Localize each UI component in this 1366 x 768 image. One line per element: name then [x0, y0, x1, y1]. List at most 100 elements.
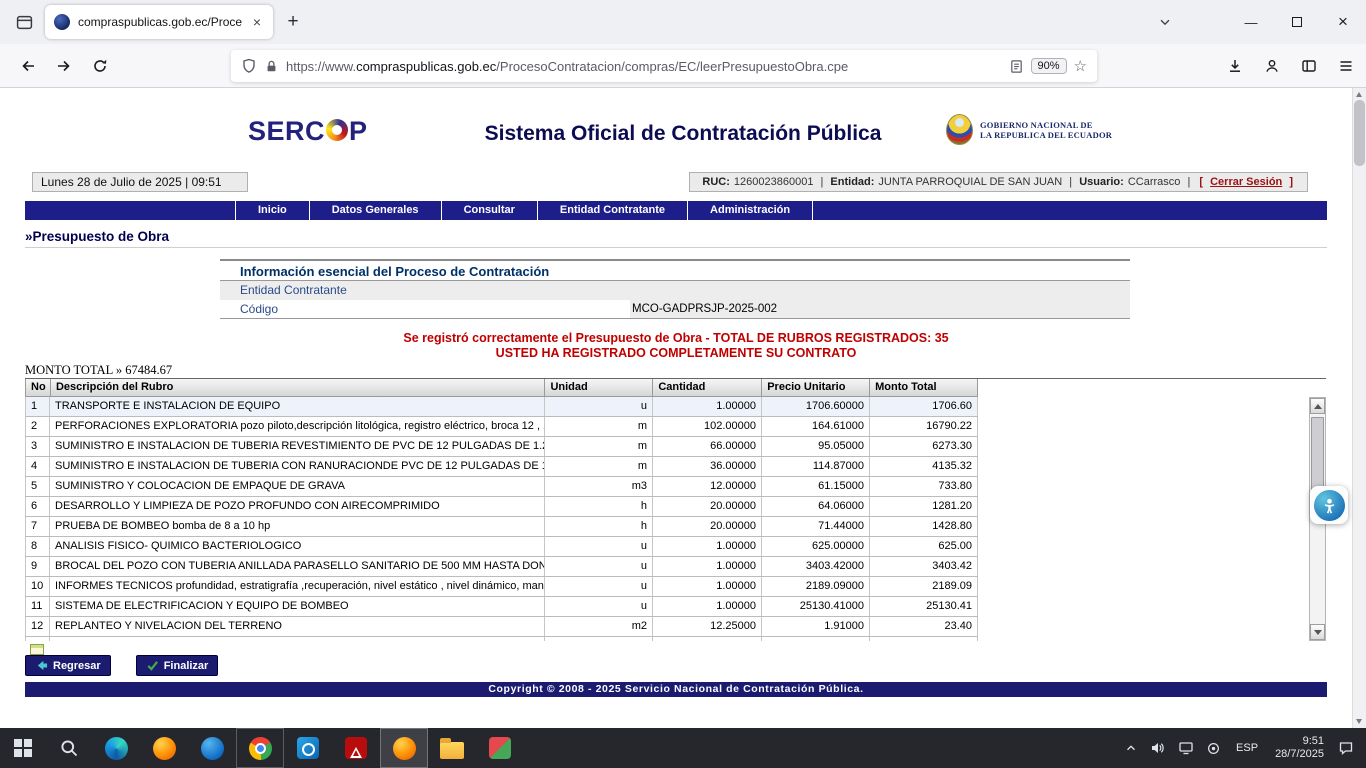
- table-cell: 2189.09: [870, 577, 978, 596]
- taskbar-edge-icon[interactable]: [92, 728, 140, 768]
- codigo-value: MCO-GADPRSJP-2025-002: [630, 300, 1130, 318]
- notification-center-icon[interactable]: [1332, 728, 1366, 768]
- firefox-view-icon[interactable]: [9, 7, 39, 37]
- tab-close-icon[interactable]: ×: [250, 14, 264, 30]
- table-cell: 9: [25, 557, 50, 576]
- scrollbar-up-icon[interactable]: [1356, 92, 1362, 97]
- page-title: »Presupuesto de Obra: [25, 229, 169, 244]
- scrollbar-down-icon[interactable]: [1356, 719, 1362, 724]
- volume-icon[interactable]: [1144, 728, 1172, 768]
- list-all-tabs-chevron-icon[interactable]: [1148, 5, 1182, 39]
- new-tab-button[interactable]: +: [278, 7, 308, 37]
- menu-item-consultar[interactable]: Consultar: [441, 201, 537, 220]
- zoom-indicator[interactable]: 90%: [1031, 58, 1067, 74]
- table-cell: m: [545, 417, 653, 436]
- table-cell: 11.36000: [762, 637, 870, 641]
- menu-hamburger-icon[interactable]: [1330, 50, 1362, 82]
- table-row[interactable]: 2PERFORACIONES EXPLORATORIA pozo piloto,…: [25, 417, 978, 437]
- taskbar-file-explorer-icon[interactable]: [428, 728, 476, 768]
- taskbar-outlook-icon[interactable]: [284, 728, 332, 768]
- reader-mode-icon[interactable]: [1009, 59, 1024, 74]
- grid-header: NoDescripción del RubroUnidadCantidadPre…: [25, 379, 978, 397]
- taskbar-acrobat-icon[interactable]: [332, 728, 380, 768]
- accessibility-widget[interactable]: [1310, 486, 1348, 524]
- column-header[interactable]: Descripción del Rubro: [51, 379, 545, 396]
- table-cell: 1.00000: [653, 597, 762, 616]
- regresar-button[interactable]: Regresar: [25, 655, 111, 676]
- reload-button[interactable]: [84, 50, 116, 82]
- table-cell: 114.87000: [762, 457, 870, 476]
- lock-icon[interactable]: [264, 59, 279, 74]
- taskbar-blue-app-icon[interactable]: [188, 728, 236, 768]
- main-scrollbar[interactable]: [1352, 88, 1366, 728]
- sidebar-icon[interactable]: [1293, 50, 1325, 82]
- bookmark-star-icon[interactable]: ☆: [1074, 57, 1087, 75]
- window-minimize-button[interactable]: —: [1228, 0, 1274, 44]
- table-row[interactable]: 10INFORMES TECNICOS profundidad, estrati…: [25, 577, 978, 597]
- taskbar-app-icon[interactable]: [476, 728, 524, 768]
- table-cell: SUMINISTRO Y COLOCACION DE EMPAQUE DE GR…: [50, 477, 545, 496]
- logout-link[interactable]: [ Cerrar Sesión ]: [1197, 176, 1295, 188]
- menu-item-datos-generales[interactable]: Datos Generales: [309, 201, 441, 220]
- hidden-icons-chevron-icon[interactable]: [1118, 728, 1144, 768]
- table-cell: 20.00000: [653, 517, 762, 536]
- url-bar[interactable]: https://www.compraspublicas.gob.ec/Proce…: [231, 50, 1097, 82]
- taskbar-search-button[interactable]: [46, 728, 92, 768]
- main-scrollbar-thumb[interactable]: [1354, 100, 1365, 166]
- table-row[interactable]: 12REPLANTEO Y NIVELACION DEL TERRENOm212…: [25, 617, 978, 637]
- window-close-button[interactable]: ×: [1320, 0, 1366, 44]
- table-row[interactable]: 6DESARROLLO Y LIMPIEZA DE POZO PROFUNDO …: [25, 497, 978, 517]
- table-scrollbar-thumb[interactable]: [1311, 417, 1324, 491]
- tracking-shield-icon[interactable]: [241, 58, 257, 74]
- column-header[interactable]: Precio Unitario: [762, 379, 870, 396]
- action-buttons: Regresar Finalizar: [25, 655, 218, 676]
- scroll-down-button[interactable]: [1310, 624, 1325, 640]
- table-row[interactable]: 5SUMINISTRO Y COLOCACION DE EMPAQUE DE G…: [25, 477, 978, 497]
- taskbar-chrome-icon[interactable]: [236, 728, 284, 768]
- title-divider: [25, 247, 1327, 248]
- url-text: https://www.compraspublicas.gob.ec/Proce…: [286, 59, 1002, 74]
- table-cell: m2: [545, 617, 653, 636]
- column-header[interactable]: Unidad: [545, 379, 653, 396]
- menu-item-inicio[interactable]: Inicio: [235, 201, 309, 220]
- tray-status-icon[interactable]: [1200, 728, 1227, 768]
- table-row[interactable]: 7PRUEBA DE BOMBEO bomba de 8 a 10 hph20.…: [25, 517, 978, 537]
- column-header[interactable]: No: [26, 379, 51, 396]
- browser-tab[interactable]: compraspublicas.gob.ec/Proce ×: [45, 5, 273, 39]
- table-row[interactable]: 8ANALISIS FISICO- QUIMICO BACTERIOLOGICO…: [25, 537, 978, 557]
- table-cell: 1428.80: [870, 517, 978, 536]
- start-button[interactable]: [0, 728, 46, 768]
- window-maximize-button[interactable]: [1274, 0, 1320, 44]
- downloads-icon[interactable]: [1219, 50, 1251, 82]
- account-icon[interactable]: [1256, 50, 1288, 82]
- taskbar-firefox-active-icon[interactable]: [380, 728, 428, 768]
- taskbar-orange-app-icon[interactable]: [140, 728, 188, 768]
- language-indicator[interactable]: ESP: [1227, 728, 1267, 768]
- table-row[interactable]: 11SISTEMA DE ELECTRIFICACION Y EQUIPO DE…: [25, 597, 978, 617]
- table-row[interactable]: 9BROCAL DEL POZO CON TUBERIA ANILLADA PA…: [25, 557, 978, 577]
- table-cell: ANALISIS FISICO- QUIMICO BACTERIOLOGICO: [50, 537, 545, 556]
- finalizar-button[interactable]: Finalizar: [136, 655, 219, 676]
- success-message: Se registró correctamente el Presupuesto…: [25, 331, 1327, 361]
- table-cell: 1706.60: [870, 397, 978, 416]
- table-cell: 16790.22: [870, 417, 978, 436]
- column-header[interactable]: Cantidad: [653, 379, 762, 396]
- table-cell: 2: [25, 417, 50, 436]
- table-cell: 11: [25, 597, 50, 616]
- network-icon[interactable]: [1172, 728, 1200, 768]
- page-viewport: SERCP Sistema Oficial de Contratación Pú…: [0, 88, 1366, 728]
- table-row[interactable]: 13EXCAVACION A PULSOm32.5000011.3600028.…: [25, 637, 978, 641]
- back-button[interactable]: [12, 50, 44, 82]
- menu-item-entidad-contratante[interactable]: Entidad Contratante: [537, 201, 687, 220]
- menu-item-administración[interactable]: Administración: [687, 201, 813, 220]
- export-grid-icon[interactable]: [30, 644, 44, 655]
- table-row[interactable]: 1TRANSPORTE E INSTALACION DE EQUIPOu1.00…: [25, 397, 978, 417]
- column-header[interactable]: Monto Total: [870, 379, 978, 396]
- table-cell: 3403.42000: [762, 557, 870, 576]
- scroll-up-button[interactable]: [1310, 398, 1325, 414]
- forward-button[interactable]: [48, 50, 80, 82]
- table-cell: 1706.60000: [762, 397, 870, 416]
- table-row[interactable]: 4SUMINISTRO E INSTALACION DE TUBERIA CON…: [25, 457, 978, 477]
- table-row[interactable]: 3SUMINISTRO E INSTALACION DE TUBERIA REV…: [25, 437, 978, 457]
- taskbar-clock[interactable]: 9:51 28/7/2025: [1267, 735, 1332, 761]
